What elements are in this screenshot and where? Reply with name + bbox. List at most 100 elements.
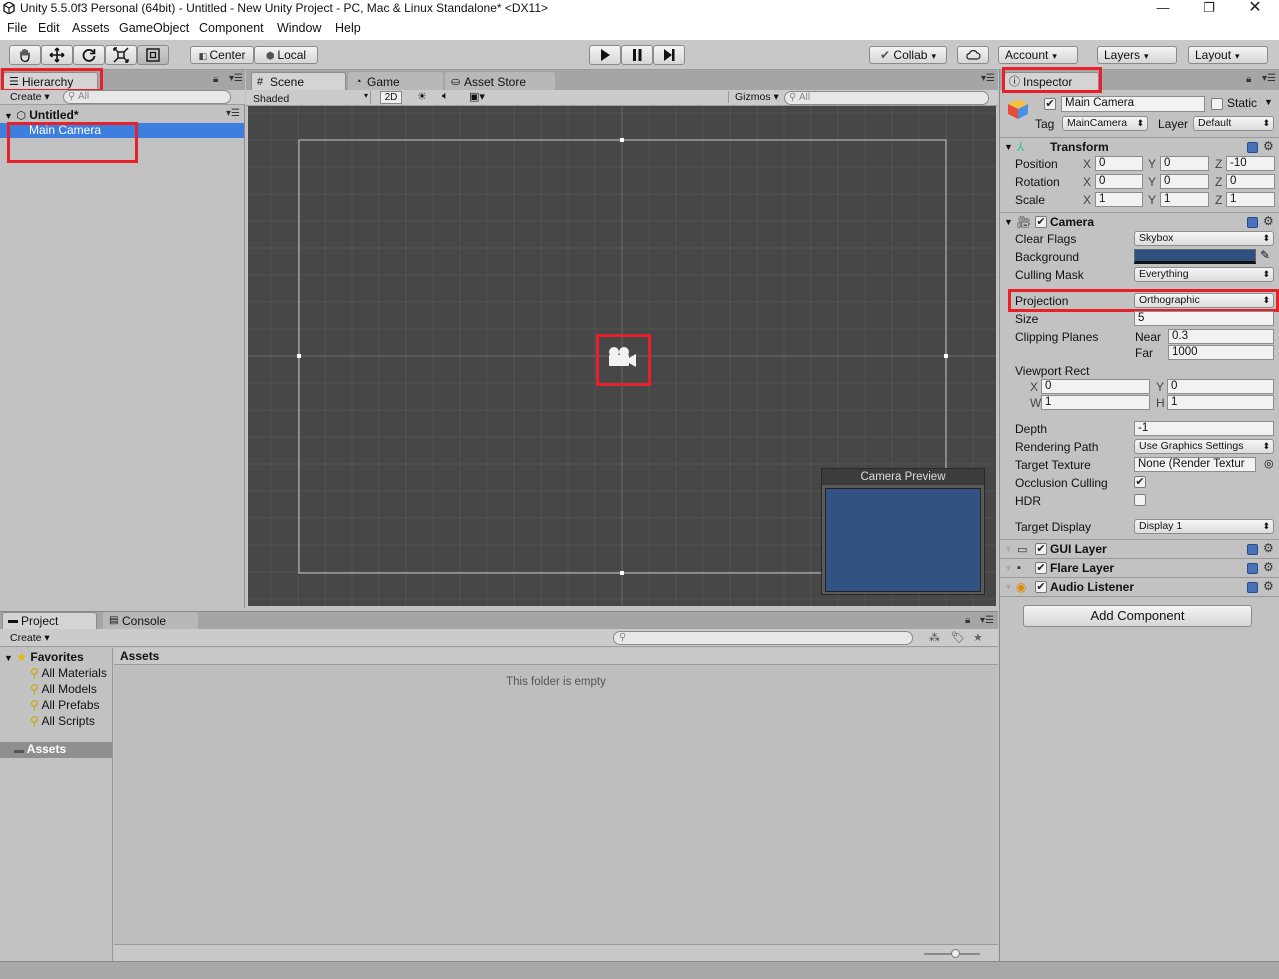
scene-root-item[interactable]: ▼ ⬡ Untitled*: [4, 108, 79, 122]
clear-flags-dropdown[interactable]: Skybox: [1134, 231, 1274, 246]
scene-panel-menu-icon[interactable]: ▾☰: [981, 73, 995, 84]
rotation-x-field[interactable]: 0: [1095, 174, 1143, 189]
hierarchy-create-button[interactable]: Create ▾: [10, 91, 50, 103]
shading-dropdown[interactable]: Shaded ▾: [253, 91, 371, 105]
rect-tool-button[interactable]: [137, 45, 169, 65]
camera-collapse-icon[interactable]: ▼: [1004, 217, 1013, 227]
help-book-icon[interactable]: [1247, 142, 1258, 153]
rotation-y-field[interactable]: 0: [1160, 174, 1209, 189]
viewport-h-field[interactable]: 1: [1167, 395, 1274, 410]
scale-x-field[interactable]: 1: [1095, 192, 1143, 207]
rotation-z-field[interactable]: 0: [1226, 174, 1275, 189]
pivot-center-button[interactable]: ◧ Center: [190, 46, 254, 64]
scene-menu-icon[interactable]: ▾☰: [226, 108, 240, 119]
flare-layer-collapse-icon[interactable]: ▼: [1004, 563, 1013, 573]
pause-button[interactable]: [621, 45, 653, 65]
play-button[interactable]: [589, 45, 621, 65]
culling-mask-dropdown[interactable]: Everything: [1134, 267, 1274, 282]
favorite-all-scripts[interactable]: ⚲ All Scripts: [30, 714, 95, 728]
scale-tool-button[interactable]: [105, 45, 137, 65]
panel-menu-icon[interactable]: ▾☰: [229, 73, 243, 84]
depth-field[interactable]: -1: [1134, 421, 1274, 436]
layers-dropdown[interactable]: Layers: [1097, 46, 1177, 64]
inspector-lock-icon[interactable]: 🔒︎: [1246, 74, 1251, 85]
scene-viewport[interactable]: Camera Preview: [248, 106, 996, 606]
space-local-button[interactable]: ⬢ Local: [254, 46, 318, 64]
size-field[interactable]: 5: [1134, 311, 1274, 326]
flare-layer-checkbox[interactable]: ✔: [1035, 562, 1047, 574]
transform-collapse-icon[interactable]: ▼: [1004, 142, 1013, 152]
effects-dropdown-icon[interactable]: ▣▾: [469, 90, 485, 103]
scene-search-input[interactable]: ⚲ All: [784, 91, 989, 105]
gear-icon[interactable]: ⚙: [1263, 579, 1274, 593]
target-display-dropdown[interactable]: Display 1: [1134, 519, 1274, 534]
toggle-2d-button[interactable]: 2D: [380, 91, 402, 104]
favorite-all-prefabs[interactable]: ⚲ All Prefabs: [30, 698, 100, 712]
background-color-field[interactable]: [1134, 249, 1256, 264]
target-texture-field[interactable]: None (Render Textur: [1134, 457, 1256, 472]
assets-root-item[interactable]: ▬ Assets: [0, 742, 112, 758]
rotate-tool-button[interactable]: [73, 45, 105, 65]
filter-type-icon[interactable]: ⁂: [929, 631, 940, 644]
rendering-path-dropdown[interactable]: Use Graphics Settings: [1134, 439, 1274, 454]
object-name-field[interactable]: Main Camera: [1061, 96, 1205, 112]
add-component-button[interactable]: Add Component: [1023, 605, 1252, 627]
project-lock-icon[interactable]: 🔒︎: [965, 615, 970, 626]
project-search-input[interactable]: ⚲: [613, 631, 913, 645]
gui-layer-collapse-icon[interactable]: ▼: [1004, 544, 1013, 554]
gizmos-dropdown[interactable]: Gizmos ▾: [728, 91, 779, 103]
scale-z-field[interactable]: 1: [1226, 192, 1275, 207]
audio-listener-collapse-icon[interactable]: ▼: [1004, 582, 1013, 592]
camera-enabled-checkbox[interactable]: ✔: [1035, 216, 1047, 228]
near-field[interactable]: 0.3: [1168, 329, 1274, 344]
layer-dropdown[interactable]: Default: [1193, 116, 1274, 131]
gear-icon[interactable]: ⚙: [1263, 560, 1274, 574]
hand-tool-button[interactable]: [9, 45, 41, 65]
menu-help[interactable]: Help: [335, 21, 361, 35]
gui-layer-checkbox[interactable]: ✔: [1035, 543, 1047, 555]
static-checkbox[interactable]: [1211, 98, 1223, 110]
help-book-icon[interactable]: [1247, 582, 1258, 593]
collab-dropdown[interactable]: ✔ Collab: [869, 46, 947, 64]
inspector-menu-icon[interactable]: ▾☰: [1262, 73, 1276, 84]
minimize-button[interactable]: —: [1140, 0, 1186, 18]
eyedropper-icon[interactable]: ✎: [1260, 248, 1270, 262]
far-field[interactable]: 1000: [1168, 345, 1274, 360]
static-dropdown-icon[interactable]: ▼: [1264, 97, 1273, 107]
position-y-field[interactable]: 0: [1160, 156, 1209, 171]
step-button[interactable]: [653, 45, 685, 65]
gear-icon[interactable]: ⚙: [1263, 139, 1274, 153]
menu-edit[interactable]: Edit: [38, 21, 60, 35]
project-menu-icon[interactable]: ▾☰: [980, 615, 994, 626]
lock-icon[interactable]: 🔒︎: [213, 74, 218, 85]
menu-component[interactable]: Component: [199, 21, 264, 35]
audio-toggle-icon[interactable]: 🔈︎: [442, 90, 449, 103]
gear-icon[interactable]: ⚙: [1263, 214, 1274, 228]
menu-file[interactable]: File: [7, 21, 27, 35]
help-book-icon[interactable]: [1247, 563, 1258, 574]
gameobject-active-checkbox[interactable]: ✔: [1044, 98, 1056, 110]
tab-game[interactable]: ◔ Game: [348, 72, 443, 91]
move-tool-button[interactable]: [41, 45, 73, 65]
hierarchy-search-input[interactable]: ⚲ All: [63, 90, 231, 104]
tag-dropdown[interactable]: MainCamera: [1062, 116, 1148, 131]
close-button[interactable]: ✕: [1232, 0, 1278, 18]
viewport-y-field[interactable]: 0: [1167, 379, 1274, 394]
help-book-icon[interactable]: [1247, 544, 1258, 555]
hdr-checkbox[interactable]: [1134, 494, 1146, 506]
favorites-item[interactable]: ▼ ★ Favorites: [4, 650, 84, 664]
project-create-button[interactable]: Create ▾: [10, 632, 50, 644]
tab-asset-store[interactable]: ⛀ Asset Store: [445, 72, 555, 91]
layout-dropdown[interactable]: Layout: [1188, 46, 1268, 64]
position-x-field[interactable]: 0: [1095, 156, 1143, 171]
menu-assets[interactable]: Assets: [72, 21, 110, 35]
position-z-field[interactable]: -10: [1226, 156, 1275, 171]
cloud-button[interactable]: [957, 46, 989, 64]
scale-y-field[interactable]: 1: [1160, 192, 1209, 207]
viewport-x-field[interactable]: 0: [1041, 379, 1150, 394]
tab-console[interactable]: ▤ Console: [103, 612, 198, 629]
favorite-star-icon[interactable]: ★: [973, 631, 983, 644]
favorite-all-models[interactable]: ⚲ All Models: [30, 682, 97, 696]
menu-gameobject[interactable]: GameObject: [119, 21, 189, 35]
lighting-toggle-icon[interactable]: ☀: [417, 90, 427, 103]
